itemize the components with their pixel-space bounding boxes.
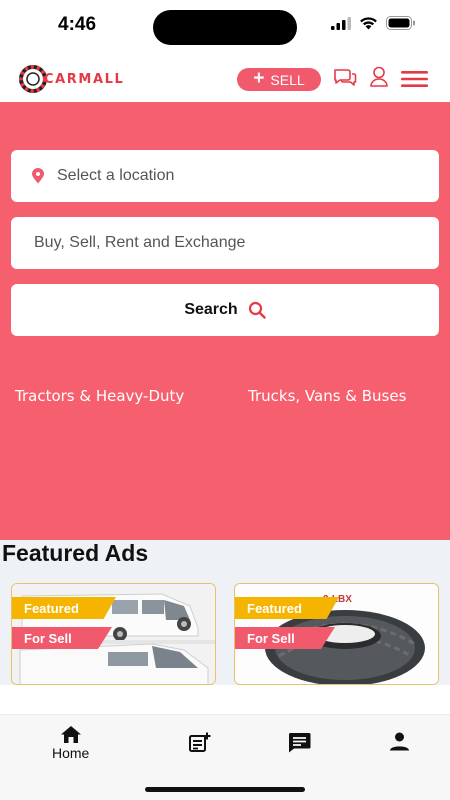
status-icons <box>331 16 416 30</box>
search-button-label: Search <box>184 301 238 318</box>
signal-icon <box>331 16 351 30</box>
category-trucks-vans-buses[interactable]: Trucks, Vans & Buses <box>248 387 406 405</box>
wifi-icon <box>360 17 377 30</box>
search-button[interactable]: Search <box>11 284 439 336</box>
nav-home[interactable]: Home <box>52 725 89 761</box>
chat-icon[interactable] <box>333 68 357 88</box>
nav-account[interactable] <box>389 732 410 751</box>
search-icon <box>248 301 266 319</box>
home-icon <box>60 726 81 743</box>
menu-icon[interactable] <box>401 70 428 88</box>
search-placeholder: Buy, Sell, Rent and Exchange <box>34 234 246 251</box>
location-pin-icon <box>31 168 45 184</box>
user-icon[interactable] <box>369 66 389 88</box>
status-time: 4:46 <box>58 14 97 35</box>
carmall-logo[interactable]: CARMALL <box>18 64 124 94</box>
featured-badge: Featured <box>235 597 339 619</box>
account-icon <box>390 732 409 751</box>
app-header: CARMALL + SELL <box>0 56 450 102</box>
ad-card[interactable]: Featured For Sell <box>11 583 216 685</box>
sell-button[interactable]: + SELL <box>237 68 321 91</box>
messages-icon <box>288 733 311 753</box>
for-sale-badge: For Sell <box>12 627 112 649</box>
featured-ads-title: Featured Ads <box>2 540 149 566</box>
dynamic-island <box>153 10 297 45</box>
featured-badge: Featured <box>12 597 116 619</box>
location-select[interactable]: Select a location <box>11 150 439 202</box>
featured-ads-section: Featured Ads Featured For Sell Featured … <box>0 540 450 685</box>
nav-post-ad[interactable] <box>189 732 211 752</box>
hero-search-panel: Select a location Buy, Sell, Rent and Ex… <box>0 102 450 540</box>
location-placeholder: Select a location <box>57 167 175 184</box>
status-bar: 4:46 <box>0 0 450 56</box>
search-input[interactable]: Buy, Sell, Rent and Exchange <box>11 217 439 269</box>
nav-home-label: Home <box>52 745 90 761</box>
post-ad-icon <box>189 732 211 752</box>
nav-messages[interactable] <box>288 732 311 753</box>
for-sale-badge: For Sell <box>235 627 335 649</box>
battery-icon <box>386 16 415 30</box>
plus-icon: + <box>253 68 265 89</box>
ad-card[interactable]: 2-LBX Featured For Sell <box>234 583 439 685</box>
home-indicator <box>145 787 305 792</box>
sell-label: SELL <box>270 71 305 88</box>
logo-text: CARMALL <box>44 71 125 87</box>
category-tractors-heavy-duty[interactable]: Tractors & Heavy-Duty <box>15 387 184 405</box>
